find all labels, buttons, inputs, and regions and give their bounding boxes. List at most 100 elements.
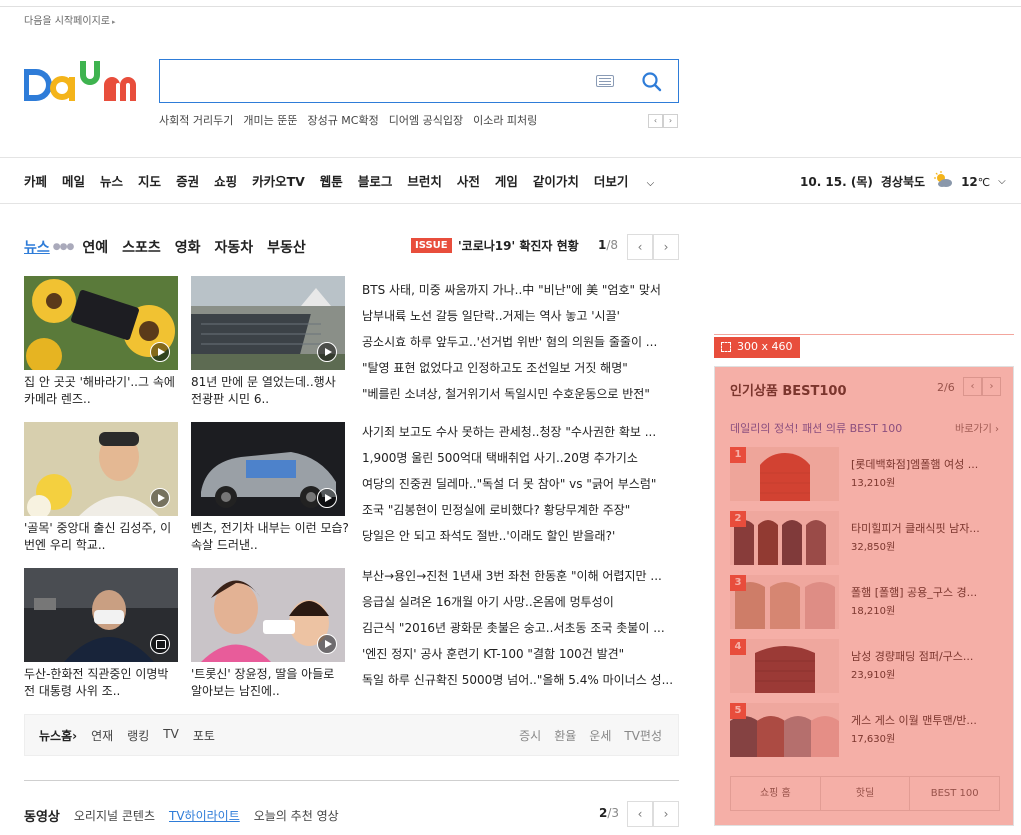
issue-link[interactable]: '코로나19' 확진자 현황 [458,237,579,254]
tab-original-content[interactable]: 오리지널 콘텐츠 [74,807,155,824]
news-thumbnail[interactable] [191,422,345,516]
footer-link-photo[interactable]: 포토 [193,727,215,744]
footer-link-ranking[interactable]: 랭킹 [127,727,149,744]
news-thumbnail[interactable] [24,276,178,370]
best100-more-link[interactable]: 바로가기 › [955,420,999,435]
gnb-item-stock[interactable]: 증권 [176,171,199,190]
headline-item[interactable]: 조국 "김봉현이 민정실에 로비했다? 황당무계한 주장" [362,497,674,523]
tab-realestate[interactable]: 부동산 [267,237,306,257]
headline-item[interactable]: 김근식 "2016년 광화문 촛불은 숭고..서초동 조국 촛불이 ... [362,615,674,641]
footer-link-series[interactable]: 연재 [91,727,113,744]
gnb-item-webtoon[interactable]: 웹툰 [320,171,343,190]
gnb-item-shopping[interactable]: 쇼핑 [214,171,237,190]
gnb-item-mail[interactable]: 메일 [62,171,85,190]
footer-link-stock[interactable]: 증시 [519,727,541,744]
news-caption[interactable]: 두산-한화전 직관중인 이명박 전 대통령 사위 조.. [24,666,182,700]
best100-tabs: 쇼핑 홈 핫딜 BEST 100 [730,776,1000,811]
headline-item[interactable]: 독일 하루 신규확진 5000명 넘어.."올해 5.4% 마이너스 성... [362,667,674,693]
trend-keyword[interactable]: 디어엠 공식입장 [389,112,463,128]
product-price: 32,850원 [851,542,896,553]
news-thumbnail[interactable] [24,422,178,516]
product-rank: 1 [730,447,746,463]
tab-news[interactable]: 뉴스 [24,237,50,257]
footer-link-tvschedule[interactable]: TV편성 [624,727,662,744]
product-item[interactable]: 5 게스 게스 이월 맨투맨/반... 17,630원 [730,703,1010,757]
daum-logo[interactable] [22,55,142,107]
headline-item[interactable]: BTS 사태, 미중 싸움까지 가나..中 "비난"에 美 "엄호" 맞서 [362,277,674,303]
weather-widget[interactable]: 10. 15. (목) 경상북도 12℃ ⌵ [800,171,1006,192]
tab-recommended-video[interactable]: 오늘의 추천 영상 [254,807,339,824]
set-start-page-link[interactable]: 다음을 시작페이지로 ▸ [24,12,116,27]
best100-page: 2/6 [937,381,955,394]
chevron-right-icon[interactable]: › [982,377,1001,396]
chevron-left-icon[interactable]: ‹ [648,114,663,128]
gnb-item-together[interactable]: 같이가치 [533,171,579,190]
footer-link-fortune[interactable]: 운세 [589,727,611,744]
gnb-item-blog[interactable]: 블로그 [358,171,393,190]
product-item[interactable]: 2 타미힐피거 클래식핏 남자... 32,850원 [730,511,1010,565]
product-price: 18,210원 [851,606,896,617]
chevron-down-icon[interactable]: ⌵ [998,176,1006,187]
gnb-item-kakaotv[interactable]: 카카오TV [252,171,305,190]
headline-item[interactable]: 부산→용인→진천 1년새 3번 좌천 한동훈 "이해 어렵지만 ... [362,563,674,589]
news-caption[interactable]: 81년 만에 문 열었는데..행사 전광판 시민 6.. [191,374,349,408]
video-tabs: 동영상 오리지널 콘텐츠 TV하이라이트 오늘의 추천 영상 [24,806,353,825]
gnb-item-news[interactable]: 뉴스 [100,171,123,190]
tab-sports[interactable]: 스포츠 [122,237,161,257]
headline-item[interactable]: "베를린 소녀상, 철거위기서 독일시민 수호운동으로 반전" [362,381,674,407]
gnb-item-more[interactable]: 더보기 ⌵ [594,171,669,190]
tab-tv-highlight[interactable]: TV하이라이트 [169,807,240,824]
tab-hotdeal[interactable]: 핫딜 [821,777,911,810]
trend-keyword[interactable]: 장성규 MC확정 [307,112,378,128]
footer-link-exchange[interactable]: 환율 [554,727,576,744]
trend-keyword[interactable]: 사회적 거리두기 [159,112,233,128]
gnb-item-map[interactable]: 지도 [138,171,161,190]
tab-movie[interactable]: 영화 [175,237,201,257]
product-item[interactable]: 3 폴햄 [폴햄] 공용_구스 경... 18,210원 [730,575,1010,629]
chevron-right-icon[interactable]: › [653,801,679,827]
product-rank: 5 [730,703,746,719]
footer-link-tv[interactable]: TV [163,727,179,744]
tab-entertainment[interactable]: 연예 [82,237,108,257]
chevron-left-icon[interactable]: ‹ [627,234,653,260]
headline-item[interactable]: 남부내륙 노선 갈등 일단락..거제는 역사 놓고 '시끌' [362,303,674,329]
chevron-left-icon[interactable]: ‹ [963,377,982,396]
best100-subtitle[interactable]: 데일리의 정석! 패션 의류 BEST 100 [730,420,902,436]
news-home-link[interactable]: 뉴스홈› [39,727,77,744]
search-input[interactable] [159,59,679,103]
chevron-right-icon[interactable]: › [653,234,679,260]
best100-panel: 인기상품 BEST100 2/6 ‹ › 데일리의 정석! 패션 의류 BEST… [714,366,1014,826]
search-icon[interactable] [640,70,664,94]
headline-item[interactable]: 사기죄 보고도 수사 못하는 관세청..청장 "수사권한 확보 ... [362,419,674,445]
headline-item[interactable]: 공소시효 하루 앞두고..'선거법 위반' 혐의 의원들 줄줄이 ... [362,329,674,355]
product-item[interactable]: 1 [롯데백화점]엠폴햄 여성 ... 13,210원 [730,447,1010,501]
news-thumbnail[interactable] [24,568,178,662]
chevron-right-icon[interactable]: › [663,114,678,128]
gnb-item-cafe[interactable]: 카페 [24,171,47,190]
product-item[interactable]: 4 남성 경량패딩 점퍼/구스... 23,910원 [730,639,1010,693]
keyboard-icon[interactable] [596,75,614,87]
headline-item[interactable]: 당일은 안 되고 좌석도 절반..'이래도 할인 받을래?' [362,523,674,549]
news-thumbnail[interactable] [191,568,345,662]
arrow-right-icon: ▸ [111,18,116,26]
tab-shopping-home[interactable]: 쇼핑 홈 [731,777,821,810]
headline-item[interactable]: '엔진 정지' 공사 훈련기 KT-100 "결함 100건 발견" [362,641,674,667]
headline-item[interactable]: 여당의 진중권 딜레마.."독설 더 못 참아" vs "긁어 부스럼" [362,471,674,497]
gnb-item-brunch[interactable]: 브런치 [407,171,442,190]
trend-keyword[interactable]: 이소라 피처링 [473,112,537,128]
headline-item[interactable]: "탈영 표현 없었다고 인정하고도 조선일보 거짓 해명" [362,355,674,381]
tab-best100[interactable]: BEST 100 [910,777,999,810]
news-caption[interactable]: '트롯신' 장윤정, 딸을 아들로 알아보는 남진에.. [191,666,349,700]
news-thumbnail[interactable] [191,276,345,370]
gnb-item-dictionary[interactable]: 사전 [457,171,480,190]
trend-keyword[interactable]: 개미는 뚠뚠 [243,112,297,128]
video-title: 동영상 [24,810,60,825]
headline-item[interactable]: 응급실 실려온 16개월 아기 사망..온몸에 멍투성이 [362,589,674,615]
news-caption[interactable]: 벤츠, 전기차 내부는 이런 모습? 속살 드러낸.. [191,520,349,554]
news-caption[interactable]: '골목' 중앙대 출신 김성주, 이번엔 우리 학교.. [24,520,182,554]
news-caption[interactable]: 집 안 곳곳 '해바라기'..그 속에 카메라 렌즈.. [24,374,182,408]
tab-car[interactable]: 자동차 [215,237,254,257]
gnb-item-game[interactable]: 게임 [495,171,518,190]
headline-item[interactable]: 1,900명 울린 500억대 택배취업 사기..20명 추가기소 [362,445,674,471]
chevron-left-icon[interactable]: ‹ [627,801,653,827]
